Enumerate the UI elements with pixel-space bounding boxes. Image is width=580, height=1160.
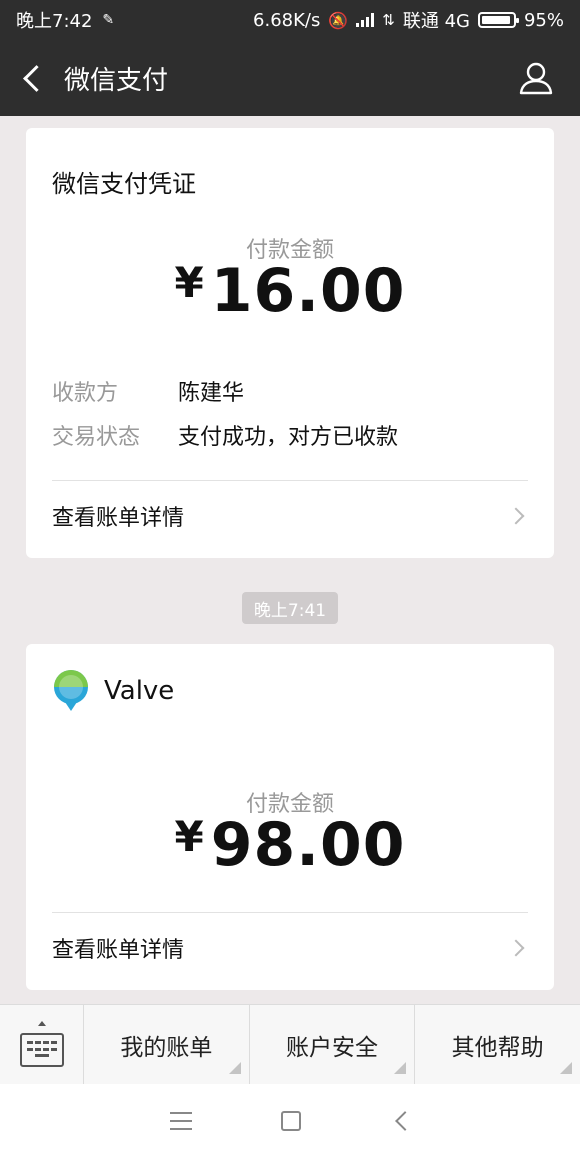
receipt-title: 微信支付凭证 <box>52 170 196 198</box>
payee-label: 收款方 <box>52 381 119 406</box>
back-icon[interactable] <box>395 1111 415 1131</box>
payee-value: 陈建华 <box>178 381 245 406</box>
carrier: 联通 4G <box>402 11 470 32</box>
title-bar: 微信支付 <box>0 40 580 116</box>
view-bill-details-label: 查看账单详情 <box>52 938 185 963</box>
page-title: 微信支付 <box>64 65 169 96</box>
amount-value: ¥16.00 <box>26 256 554 326</box>
merchant-payment-card: Valve 付款金额 ¥98.00 查看账单详情 <box>26 644 554 990</box>
view-bill-details-link[interactable]: 查看账单详情 <box>26 913 554 983</box>
menu-account-security[interactable]: 账户安全 <box>250 1005 416 1084</box>
chevron-up-icon <box>38 1021 46 1026</box>
person-icon[interactable] <box>518 60 554 96</box>
status-label: 交易状态 <box>52 425 141 450</box>
bottom-menu-bar: 我的账单 账户安全 其他帮助 <box>0 1004 580 1085</box>
signal-icon <box>356 13 375 27</box>
notification-icon: ✎ <box>102 12 115 28</box>
recent-apps-icon[interactable] <box>170 1112 192 1130</box>
network-speed: 6.68K/s <box>253 9 321 31</box>
view-bill-details-link[interactable]: 查看账单详情 <box>26 481 554 551</box>
mute-icon: 🔕 <box>328 10 349 30</box>
menu-my-bills[interactable]: 我的账单 <box>84 1005 250 1084</box>
status-bar: 晚上7:42 ✎ 6.68K/s 🔕 ⇅ 联通 4G 95% <box>0 0 580 40</box>
merchant-logo-icon <box>54 670 88 711</box>
keyboard-toggle-button[interactable] <box>0 1005 84 1085</box>
amount-value: ¥98.00 <box>26 810 554 880</box>
currency-symbol: ¥ <box>174 812 205 861</box>
keyboard-icon <box>20 1033 64 1067</box>
home-icon[interactable] <box>281 1111 301 1131</box>
payment-receipt-card: 微信支付凭证 付款金额 ¥16.00 收款方 陈建华 交易状态 支付成功，对方已… <box>26 128 554 558</box>
status-row: 交易状态 支付成功，对方已收款 <box>52 419 398 451</box>
message-timestamp: 晚上7:41 <box>242 592 338 624</box>
back-arrow-icon[interactable] <box>0 40 64 116</box>
currency-symbol: ¥ <box>174 258 205 307</box>
chevron-right-icon <box>507 507 525 525</box>
status-time: 晚上7:42 <box>16 11 93 32</box>
menu-other-help[interactable]: 其他帮助 <box>415 1005 580 1084</box>
status-value: 支付成功，对方已收款 <box>178 425 399 450</box>
chevron-right-icon <box>507 939 525 957</box>
battery-percent: 95% <box>523 9 564 31</box>
view-bill-details-label: 查看账单详情 <box>52 506 185 531</box>
amount-number: 16.00 <box>210 256 406 326</box>
merchant-name: Valve <box>104 676 175 706</box>
merchant-header: Valve <box>52 670 174 712</box>
battery-icon <box>477 12 519 28</box>
data-transfer-icon: ⇅ <box>382 11 395 29</box>
payee-row: 收款方 陈建华 <box>52 375 244 407</box>
system-nav-bar <box>0 1084 580 1160</box>
amount-number: 98.00 <box>210 810 406 880</box>
